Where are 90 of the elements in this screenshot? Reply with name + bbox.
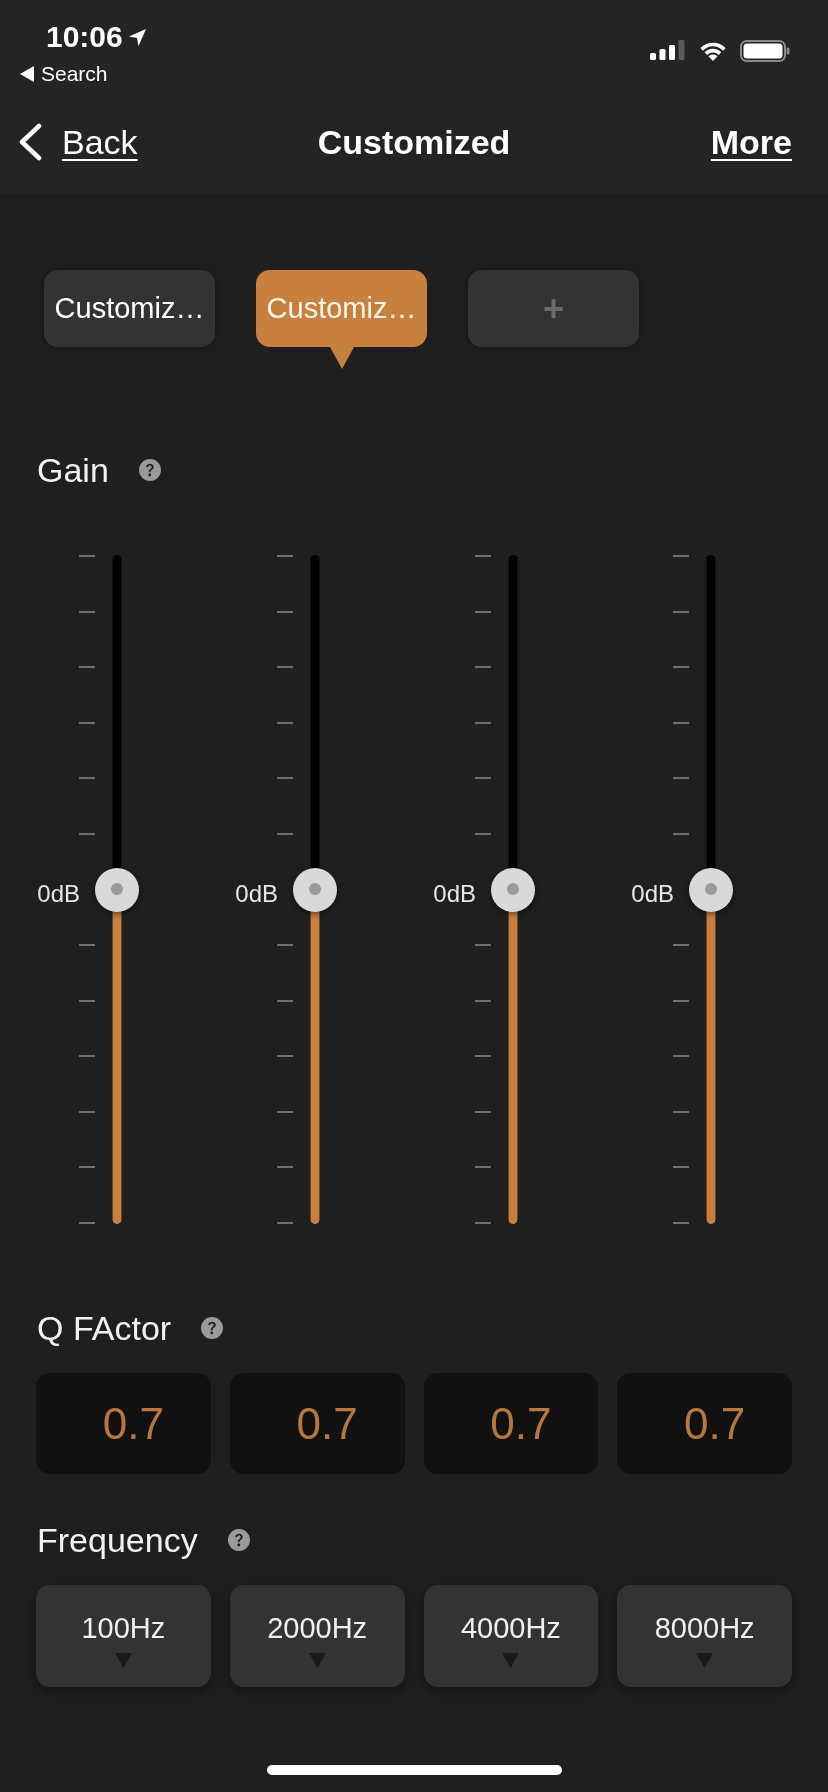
frequency-dropdown[interactable]: 100Hz [36,1585,211,1687]
q-value-field[interactable]: 0.7 [229,1373,405,1474]
more-link[interactable]: More [710,121,792,162]
dropdown-triangle-icon [114,1653,132,1668]
tick-mark [475,832,491,835]
tick-mark [79,1110,95,1113]
tick-mark [79,777,95,780]
tick-mark [673,832,689,835]
gain-slider-track[interactable] [95,555,139,1224]
tick-mark [475,1166,491,1169]
tick-mark [475,1221,491,1224]
tick-mark [673,666,689,669]
tick-mark [79,944,95,947]
page-title: Customized [317,121,511,162]
tick-mark [277,1110,293,1113]
tick-mark [277,610,293,613]
tick-mark [277,944,293,947]
back-to-app-link[interactable]: Search [41,62,108,86]
tick-mark [475,1110,491,1113]
tick-mark [475,610,491,613]
tick-mark [475,1055,491,1058]
tick-mark [277,777,293,780]
preset-tab[interactable]: Customiz… [44,270,215,347]
dropdown-triangle-icon [502,1653,520,1668]
help-icon[interactable] [201,1317,224,1339]
signal-icon [650,40,686,60]
tick-mark [277,555,293,557]
frequency-dropdown[interactable]: 2000Hz [229,1585,405,1687]
gain-reading: 0dB [631,879,674,908]
tick-mark [673,1166,689,1169]
slider-thumb[interactable] [491,867,535,912]
tick-mark [277,721,293,724]
gain-slider-track[interactable] [293,555,337,1224]
tick-mark [475,666,491,669]
slider-thumb[interactable] [95,867,139,912]
back-button[interactable]: Back [18,121,138,162]
tick-mark [475,555,491,557]
q-value-field[interactable]: 0.7 [36,1373,211,1474]
tick-mark [475,944,491,947]
help-icon[interactable] [227,1529,250,1551]
tick-mark [673,1110,689,1113]
gain-reading: 0dB [433,879,476,908]
chevron-left-icon [18,122,42,161]
dropdown-triangle-icon [308,1653,326,1668]
tick-mark [277,666,293,669]
tick-mark [673,1055,689,1058]
tick-mark [475,721,491,724]
tick-mark [79,721,95,724]
q-factor-label: Q FActor [37,1308,172,1348]
q-value-field[interactable]: 0.7 [423,1373,599,1474]
tick-mark [475,999,491,1002]
tick-mark [79,1166,95,1169]
wifi-icon [698,40,728,61]
tick-mark [673,555,689,557]
tick-mark [79,555,95,557]
tick-mark [673,1221,689,1224]
tick-mark [277,1055,293,1058]
tick-mark [673,944,689,947]
tick-mark [79,610,95,613]
gain-slider-track[interactable] [491,555,535,1224]
tick-mark [277,999,293,1002]
slider-thumb[interactable] [293,867,337,912]
tick-mark [673,610,689,613]
gain-reading: 0dB [37,879,80,908]
tick-mark [79,1221,95,1224]
q-value-field[interactable]: 0.7 [617,1373,792,1474]
back-triangle-icon[interactable] [20,66,34,82]
gain-label: Gain [37,450,109,490]
gain-slider-track[interactable] [689,555,733,1224]
frequency-label: Frequency [37,1520,198,1560]
location-arrow-icon [128,28,146,46]
tick-mark [277,1221,293,1224]
tick-mark [79,832,95,835]
frequency-dropdown[interactable]: 8000Hz [617,1585,792,1687]
dropdown-triangle-icon [696,1653,714,1668]
tick-mark [79,1055,95,1058]
help-icon[interactable] [138,459,161,481]
tick-mark [475,777,491,780]
frequency-dropdown[interactable]: 4000Hz [423,1585,599,1687]
tick-mark [79,666,95,669]
battery-icon [740,40,790,62]
tick-mark [79,999,95,1002]
status-time: 10:06 [46,20,123,54]
tick-mark [673,999,689,1002]
slider-thumb[interactable] [689,867,733,912]
tick-mark [277,1166,293,1169]
tick-mark [673,721,689,724]
tick-mark [277,832,293,835]
gain-reading: 0dB [235,879,278,908]
tick-mark [673,777,689,780]
